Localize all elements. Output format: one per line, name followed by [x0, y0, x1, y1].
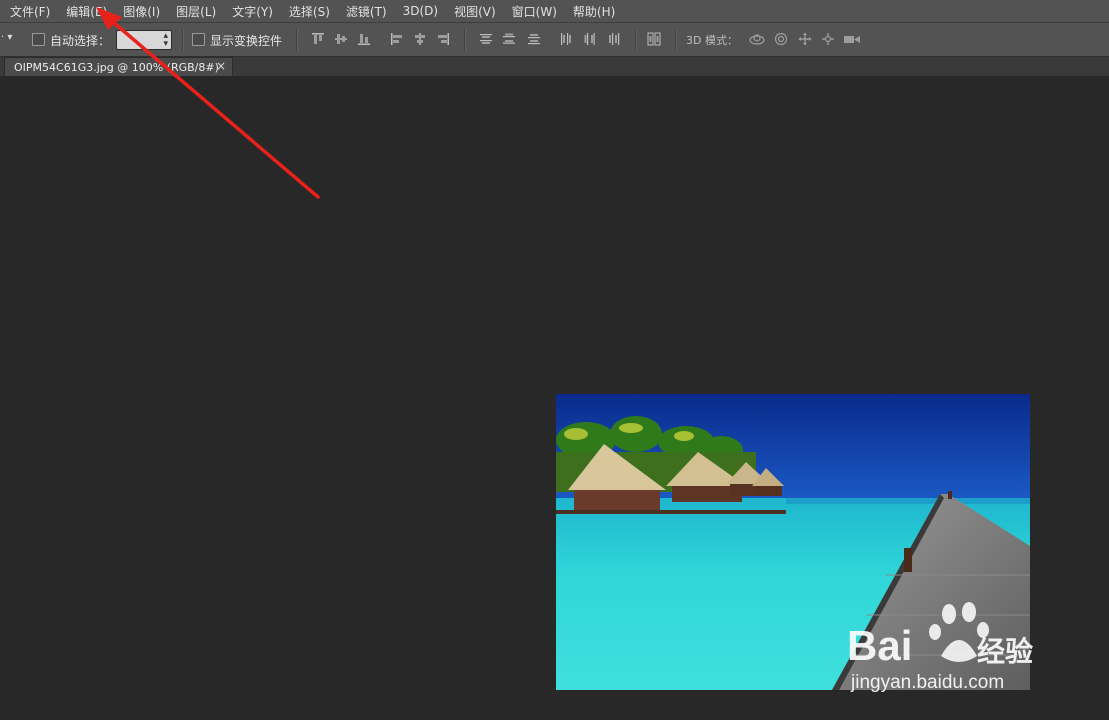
- separator: [296, 30, 297, 50]
- show-transform-label: 显示变换控件: [210, 34, 283, 48]
- show-transform-checkbox[interactable]: [192, 33, 205, 46]
- separator: [675, 30, 676, 50]
- separator: [635, 30, 636, 50]
- align-horizontal-centers-icon[interactable]: [413, 32, 427, 46]
- 3d-scale-camera-icon[interactable]: [843, 32, 861, 46]
- auto-select-target-dropdown[interactable]: ▴ ▾: [116, 30, 172, 50]
- menu-select[interactable]: 选择(S): [289, 3, 330, 20]
- menu-layer[interactable]: 图层(L): [176, 3, 216, 20]
- distribute-left-icon[interactable]: [559, 32, 573, 46]
- menu-help[interactable]: 帮助(H): [573, 3, 615, 20]
- menu-view[interactable]: 视图(V): [454, 3, 496, 20]
- watermark-url: jingyan.baidu.com: [851, 672, 1005, 693]
- 3d-mode-label: 3D 模式：: [686, 34, 738, 47]
- distribute-top-icon[interactable]: [479, 32, 493, 46]
- distribute-bottom-icon[interactable]: [527, 32, 541, 46]
- baidu-jingyan-watermark: Bai 经验 jingyan.baidu.com: [845, 598, 1055, 698]
- tool-preset-dropdown-icon[interactable]: · ▾: [1, 32, 12, 43]
- separator: [182, 30, 183, 50]
- align-right-edges-icon[interactable]: [436, 32, 450, 46]
- menu-3d[interactable]: 3D(D): [403, 4, 438, 18]
- align-vertical-centers-icon[interactable]: [334, 32, 348, 46]
- 3d-orbit-icon[interactable]: [748, 32, 766, 46]
- auto-align-layers-icon[interactable]: [647, 32, 661, 46]
- align-bottom-edges-icon[interactable]: [357, 32, 371, 46]
- document-tab-bar: OIPM54C61G3.jpg @ 100% (RGB/8#) ×: [0, 57, 1109, 76]
- menu-file[interactable]: 文件(F): [10, 3, 50, 20]
- distribute-vertical-centers-icon[interactable]: [502, 32, 516, 46]
- menu-filter[interactable]: 滤镜(T): [346, 3, 387, 20]
- auto-select-label: 自动选择：: [50, 34, 111, 48]
- document-tab[interactable]: OIPM54C61G3.jpg @ 100% (RGB/8#) ×: [4, 57, 233, 76]
- menu-bar: 文件(F) 编辑(E) 图像(I) 图层(L) 文字(Y) 选择(S) 滤镜(T…: [0, 0, 1109, 23]
- menu-image[interactable]: 图像(I): [123, 3, 160, 20]
- 3d-roll-icon[interactable]: [774, 32, 788, 46]
- close-icon[interactable]: ×: [216, 59, 226, 73]
- select-spinner-icon: ▴ ▾: [163, 31, 168, 49]
- auto-select-checkbox[interactable]: [32, 33, 45, 46]
- menu-edit[interactable]: 编辑(E): [66, 3, 107, 20]
- distribute-right-icon[interactable]: [607, 32, 621, 46]
- separator: [464, 30, 465, 50]
- menu-type[interactable]: 文字(Y): [232, 3, 273, 20]
- options-bar: · ▾ 自动选择： ▴ ▾ 显示变换控件 3D 模式：: [0, 23, 1109, 57]
- 3d-slide-icon[interactable]: [821, 32, 835, 46]
- watermark-brand: Bai: [847, 622, 913, 669]
- distribute-horizontal-centers-icon[interactable]: [583, 32, 597, 46]
- watermark-brand-cn: 经验: [977, 635, 1034, 668]
- menu-window[interactable]: 窗口(W): [512, 3, 557, 20]
- align-top-edges-icon[interactable]: [311, 32, 325, 46]
- 3d-pan-icon[interactable]: [798, 32, 812, 46]
- document-tab-title: OIPM54C61G3.jpg @ 100% (RGB/8#): [14, 60, 219, 74]
- align-left-edges-icon[interactable]: [390, 32, 404, 46]
